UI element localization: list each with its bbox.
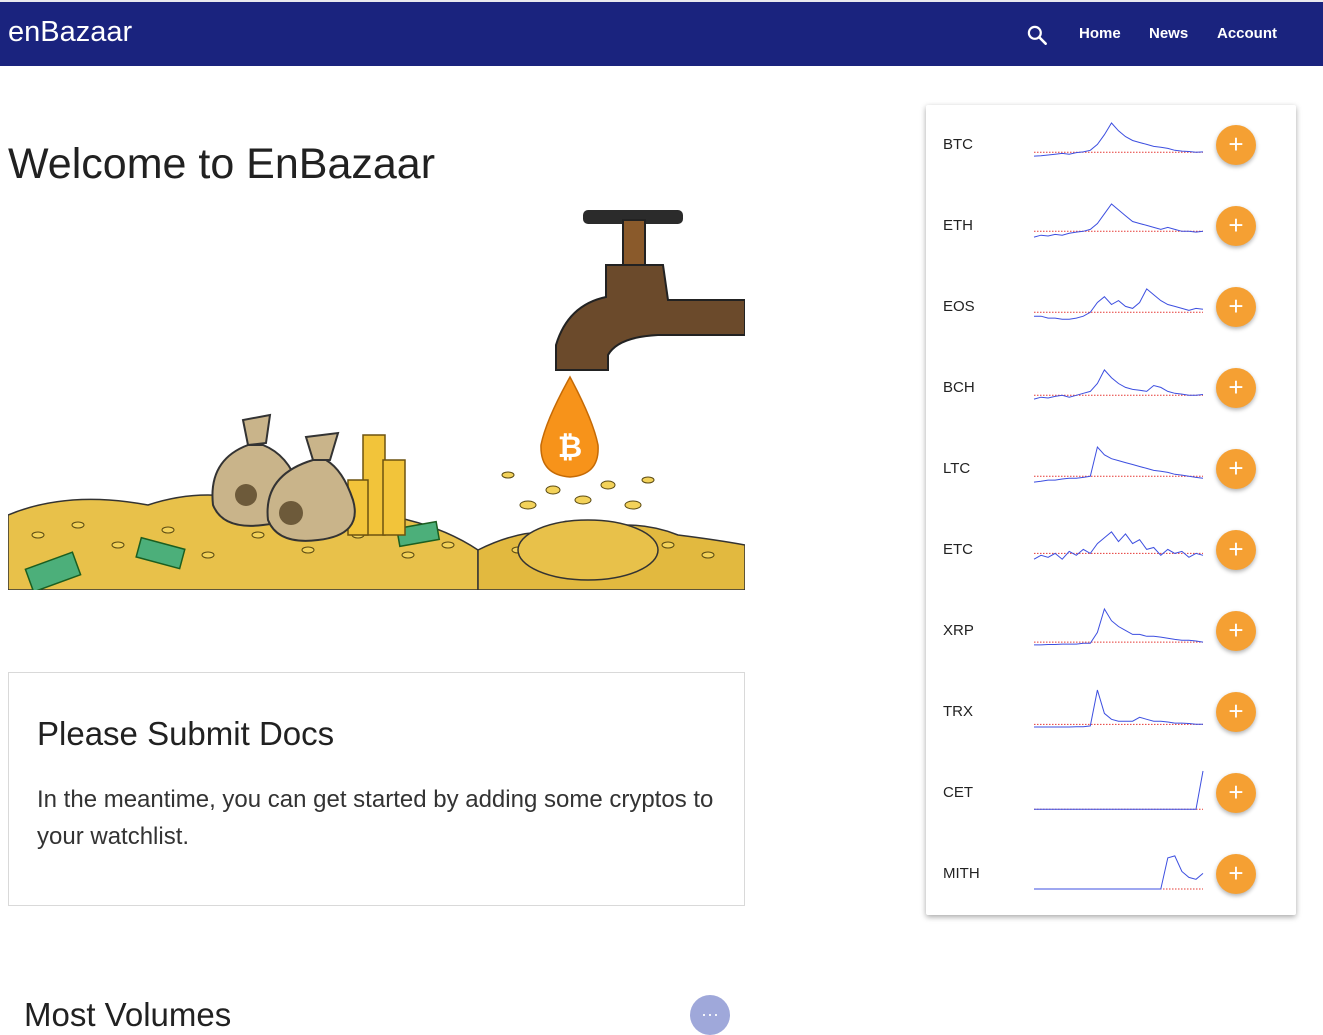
submit-docs-card: Please Submit Docs In the meantime, you …	[8, 672, 745, 906]
sparkline-etc	[1033, 531, 1204, 560]
coin-symbol: EOS	[943, 298, 975, 315]
sparkline-mith	[1034, 855, 1204, 890]
coin-row-ltc: LTC +	[926, 429, 1296, 510]
submit-docs-text: In the meantime, you can get started by …	[37, 786, 714, 850]
coin-symbol: CET	[943, 784, 973, 801]
coin-pile	[517, 519, 659, 581]
sparkline-cet	[1034, 770, 1204, 810]
top-app-bar: enBazaar Home News Account	[0, 0, 1323, 66]
coin-stacks	[347, 434, 406, 536]
coin-symbol: MITH	[943, 865, 980, 882]
coin-row-mith: MITH +	[926, 834, 1296, 915]
coin-row-eos: EOS +	[926, 267, 1296, 348]
sparkline-line	[1033, 203, 1204, 238]
search-icon[interactable]	[1024, 22, 1050, 48]
sparkline-bch	[1033, 369, 1204, 400]
add-to-watchlist-button[interactable]: +	[1216, 854, 1256, 894]
nav-account-link[interactable]: Account	[1217, 25, 1277, 42]
sparkline-line	[1033, 122, 1204, 157]
sparkline-line	[1034, 607, 1204, 646]
nav-home-link[interactable]: Home	[1079, 25, 1121, 42]
coin-row-bch: BCH +	[926, 348, 1296, 429]
most-volumes-title: Most Volumes	[24, 996, 232, 1033]
coin-symbol: BCH	[943, 379, 975, 396]
add-to-watchlist-button[interactable]: +	[1216, 287, 1256, 327]
coin-row-trx: TRX +	[926, 672, 1296, 753]
sparkline-line	[1033, 369, 1204, 400]
sparkline-line	[1034, 288, 1204, 320]
more-options-button[interactable]: ···	[690, 995, 730, 1035]
sparkline-line	[1034, 689, 1203, 728]
submit-docs-title: Please Submit Docs	[37, 715, 335, 752]
coin-symbol: ETH	[943, 217, 973, 234]
crypto-watchlist-panel: BTC + ETH + EOS + BCH + LTC + ETC + XRP …	[926, 105, 1296, 915]
sparkline-eos	[1034, 288, 1204, 320]
coin-symbol: BTC	[943, 136, 973, 153]
sparkline-line	[1034, 855, 1204, 890]
coin-row-xrp: XRP +	[926, 591, 1296, 672]
sparkline-eth	[1033, 203, 1204, 238]
coin-symbol: LTC	[943, 460, 971, 477]
add-to-watchlist-button[interactable]: +	[1216, 125, 1256, 165]
sparkline-btc	[1033, 122, 1204, 157]
sparkline-xrp	[1034, 607, 1204, 646]
sparkline-line	[1033, 445, 1204, 483]
coin-row-etc: ETC +	[926, 510, 1296, 591]
add-to-watchlist-button[interactable]: +	[1216, 368, 1256, 408]
nav-news-link[interactable]: News	[1149, 25, 1188, 42]
coin-row-eth: ETH +	[926, 186, 1296, 267]
hero-illustration: ₿	[8, 210, 745, 590]
add-to-watchlist-button[interactable]: +	[1216, 773, 1256, 813]
add-to-watchlist-button[interactable]: +	[1216, 449, 1256, 489]
water-tap	[555, 210, 745, 371]
coin-symbol: XRP	[943, 622, 974, 639]
money-bag-right	[266, 431, 356, 542]
coin-symbol: TRX	[943, 703, 973, 720]
coin-row-btc: BTC +	[926, 105, 1296, 186]
sparkline-line	[1034, 770, 1204, 810]
sparkline-ltc	[1033, 445, 1204, 483]
welcome-title: Welcome to EnBazaar	[8, 140, 436, 188]
add-to-watchlist-button[interactable]: +	[1216, 692, 1256, 732]
add-to-watchlist-button[interactable]: +	[1216, 206, 1256, 246]
sparkline-line	[1033, 531, 1204, 560]
add-to-watchlist-button[interactable]: +	[1216, 530, 1256, 570]
coin-row-cet: CET +	[926, 753, 1296, 834]
sparkline-trx	[1034, 689, 1203, 728]
add-to-watchlist-button[interactable]: +	[1216, 611, 1256, 651]
bitcoin-drop-symbol: ₿	[558, 430, 582, 465]
brand-logo[interactable]: enBazaar	[8, 16, 132, 49]
coin-symbol: ETC	[943, 541, 973, 558]
